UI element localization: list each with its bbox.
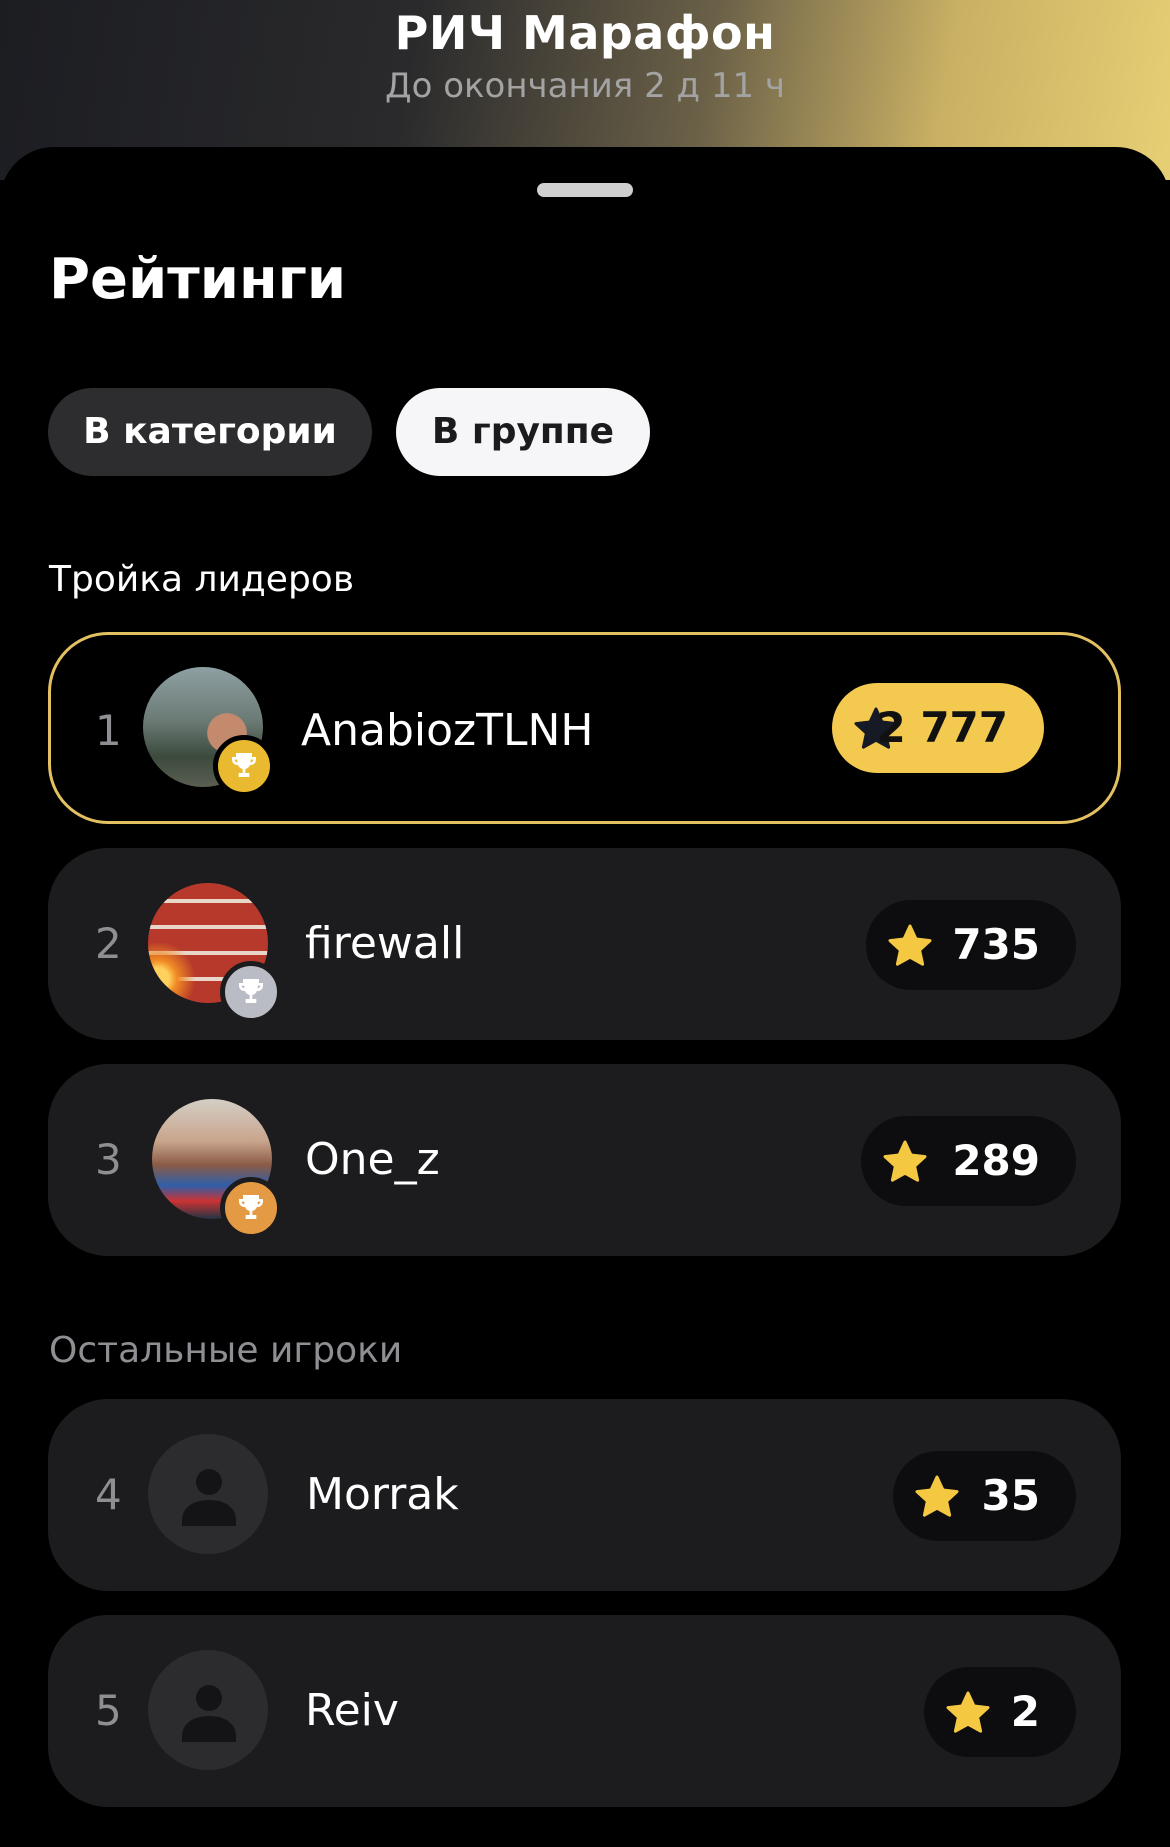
star-icon bbox=[915, 1475, 959, 1517]
score-pill: 289 bbox=[861, 1116, 1076, 1206]
header-title: РИЧ Марафон bbox=[394, 6, 776, 60]
score-value: 2 777 bbox=[876, 703, 1008, 752]
score-value: 735 bbox=[952, 920, 1040, 969]
score-value: 2 bbox=[1010, 1687, 1040, 1736]
player-name: firewall bbox=[305, 918, 465, 969]
gold-trophy-icon bbox=[213, 735, 275, 797]
player-name: Morrak bbox=[306, 1469, 459, 1520]
star-icon bbox=[883, 1140, 927, 1182]
player-name: One_z bbox=[305, 1134, 440, 1185]
rank-number: 3 bbox=[95, 1135, 122, 1184]
silver-trophy-icon bbox=[220, 961, 282, 1023]
score-value: 35 bbox=[981, 1471, 1040, 1520]
default-avatar-icon bbox=[148, 1650, 268, 1770]
rank-number: 2 bbox=[95, 919, 122, 968]
score-pill: 35 bbox=[893, 1451, 1076, 1541]
rank-number: 4 bbox=[95, 1470, 122, 1519]
rank-number: 1 bbox=[95, 706, 122, 755]
leaders-section-label: Тройка лидеров bbox=[49, 559, 355, 600]
rank-number: 5 bbox=[95, 1686, 122, 1735]
score-pill: 2 bbox=[924, 1667, 1076, 1757]
player-name: AnabiozTLNH bbox=[301, 705, 594, 756]
page-title: Рейтинги bbox=[49, 247, 347, 312]
score-pill: 2 777 bbox=[832, 683, 1044, 773]
default-avatar-icon bbox=[148, 1434, 268, 1554]
leaderboard-row[interactable]: 1 AnabiozTLNH 2 777 bbox=[48, 632, 1121, 824]
header-subtitle: До окончания 2 д 11 ч bbox=[385, 66, 785, 106]
score-value: 289 bbox=[952, 1136, 1040, 1185]
bronze-trophy-icon bbox=[220, 1177, 282, 1239]
leaderboard-row[interactable]: 2 firewall 735 bbox=[48, 848, 1121, 1040]
star-icon bbox=[888, 924, 932, 966]
sheet-grabber[interactable] bbox=[537, 183, 633, 197]
leaderboard-row[interactable]: 3 One_z 289 bbox=[48, 1064, 1121, 1256]
leaderboard-row[interactable]: 5 Reiv 2 bbox=[48, 1615, 1121, 1807]
player-name: Reiv bbox=[305, 1685, 399, 1736]
ratings-sheet: Рейтинги В категории В группе Тройка лид… bbox=[0, 147, 1170, 1847]
star-icon bbox=[946, 1691, 990, 1733]
tab-group[interactable]: В группе bbox=[396, 388, 650, 476]
tab-category[interactable]: В категории bbox=[48, 388, 372, 476]
others-section-label: Остальные игроки bbox=[49, 1330, 403, 1371]
leaderboard-row[interactable]: 4 Morrak 35 bbox=[48, 1399, 1121, 1591]
score-pill: 735 bbox=[866, 900, 1076, 990]
